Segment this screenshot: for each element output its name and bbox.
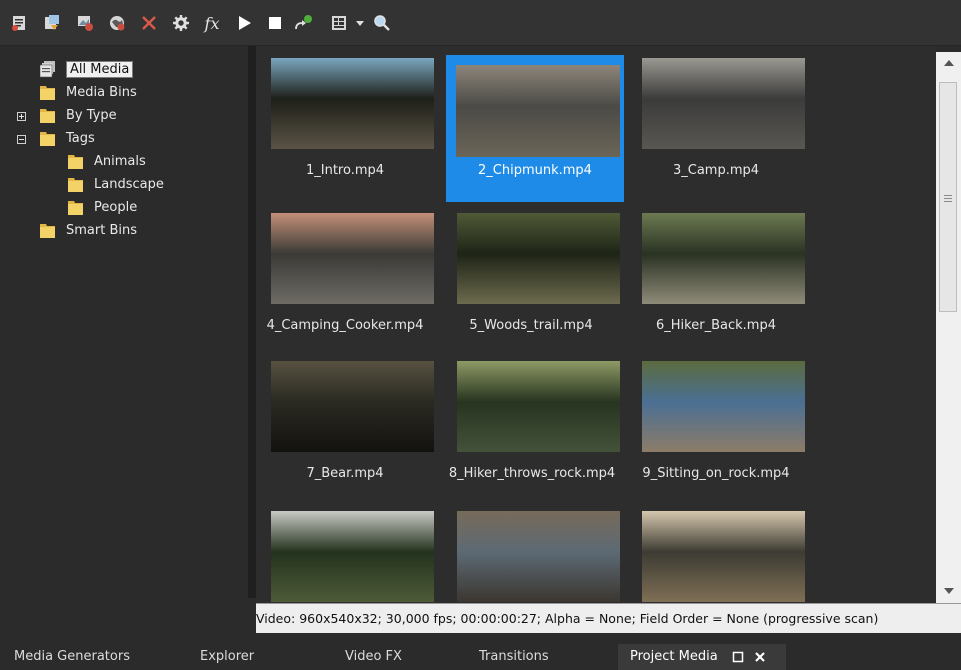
media-item-name: 1_Intro.mp4 (305, 163, 385, 178)
search-icon[interactable] (370, 11, 394, 35)
scroll-thumb[interactable] (939, 82, 957, 312)
media-item[interactable]: 5_Woods_trail.mp4 (442, 201, 620, 343)
remove-media-icon[interactable] (137, 11, 161, 35)
tab-project-media[interactable]: Project Media (618, 644, 786, 670)
media-item-name: 3_Camp.mp4 (672, 163, 760, 178)
get-media-web-icon[interactable] (105, 11, 129, 35)
thumbnail (457, 213, 620, 304)
tree-item-label: People (94, 199, 138, 215)
all-media-icon (40, 61, 55, 78)
tree-item-media-bins[interactable]: Media Bins (40, 81, 137, 103)
media-item-name: 4_Camping_Cooker.mp4 (266, 318, 424, 333)
tree-item-smart-bins[interactable]: Smart Bins (40, 219, 137, 241)
thumbnail (271, 213, 434, 304)
media-item-name: 5_Woods_trail.mp4 (469, 318, 593, 333)
tab-transitions[interactable]: Transitions (479, 644, 549, 670)
tree-item-label: Media Bins (66, 84, 137, 100)
collapse-icon[interactable] (17, 135, 26, 144)
tab-explorer[interactable]: Explorer (200, 644, 254, 670)
close-icon[interactable] (754, 651, 766, 663)
folder-icon (68, 178, 83, 192)
media-properties-status: Video: 960x540x32; 30,000 fps; 00:00:00:… (256, 603, 961, 633)
media-item-selected[interactable]: 2_Chipmunk.mp4 (446, 55, 624, 202)
folder-icon (40, 86, 55, 100)
tab-label: Project Media (630, 649, 718, 664)
media-item-name: 6_Hiker_Back.mp4 (656, 318, 776, 333)
auto-preview-icon[interactable] (292, 11, 316, 35)
scroll-up-icon[interactable] (944, 60, 954, 66)
thumbnail (457, 361, 620, 452)
import-media-icon[interactable] (8, 11, 32, 35)
maximize-icon[interactable] (732, 651, 744, 663)
tree-item-by-type[interactable]: By Type (40, 104, 117, 126)
views-dropdown-icon[interactable] (348, 11, 372, 35)
vertical-scrollbar[interactable] (936, 52, 961, 603)
tree-item-label: Smart Bins (66, 222, 137, 238)
tree-item-label: All Media (66, 60, 134, 78)
tree-item-animals[interactable]: Animals (68, 150, 146, 172)
thumbnail (642, 361, 805, 452)
folder-icon (68, 201, 83, 215)
media-bins-tree: All Media Media Bins By Type Tags Animal… (0, 46, 256, 598)
folder-icon (40, 132, 55, 146)
media-item-name: 8_Hiker_throws_rock.mp4 (448, 466, 616, 481)
media-toolbar: fx (0, 0, 961, 46)
media-properties-icon[interactable] (169, 11, 193, 35)
tab-media-generators[interactable]: Media Generators (14, 644, 130, 670)
media-item[interactable]: 4_Camping_Cooker.mp4 (256, 201, 434, 343)
play-icon[interactable] (232, 11, 256, 35)
thumbnail (642, 511, 805, 602)
media-item[interactable]: 1_Intro.mp4 (256, 46, 434, 188)
media-thumbnail-grid: 1_Intro.mp4 2_Chipmunk.mp4 3_Camp.mp4 4_… (256, 46, 936, 603)
media-item-name: 9_Sitting_on_rock.mp4 (642, 466, 790, 481)
folder-icon (68, 155, 83, 169)
folder-icon (40, 224, 55, 238)
thumbnail (642, 213, 805, 304)
thumbnail (271, 58, 434, 149)
tree-item-label: Landscape (94, 176, 164, 192)
tree-item-label: By Type (66, 107, 117, 123)
tree-item-landscape[interactable]: Landscape (68, 173, 164, 195)
media-item-name: 2_Chipmunk.mp4 (478, 163, 592, 178)
expand-icon[interactable] (17, 112, 26, 121)
thumbnail (271, 511, 434, 602)
thumbnail (642, 58, 805, 149)
scroll-down-icon[interactable] (944, 588, 954, 594)
media-item[interactable] (256, 499, 434, 603)
media-item[interactable]: 7_Bear.mp4 (256, 349, 434, 491)
media-item[interactable]: 6_Hiker_Back.mp4 (627, 201, 805, 343)
media-item[interactable] (627, 499, 805, 603)
media-item[interactable]: 9_Sitting_on_rock.mp4 (627, 349, 805, 491)
thumbnail (456, 65, 620, 157)
media-item-name: 7_Bear.mp4 (306, 466, 384, 481)
tree-item-label: Tags (66, 130, 95, 146)
folder-icon (40, 109, 55, 123)
tree-item-people[interactable]: People (68, 196, 137, 218)
tree-item-tags[interactable]: Tags (40, 127, 95, 149)
media-item[interactable]: 3_Camp.mp4 (627, 46, 805, 188)
window-docking-tabs: Media Generators Explorer Video FX Trans… (0, 644, 961, 670)
media-item[interactable] (442, 499, 620, 603)
tab-video-fx[interactable]: Video FX (345, 644, 402, 670)
tree-item-label: Animals (94, 153, 146, 169)
capture-video-icon[interactable] (40, 11, 64, 35)
media-item[interactable]: 8_Hiker_throws_rock.mp4 (442, 349, 620, 491)
status-left-panel (0, 603, 256, 633)
thumbnail (457, 511, 620, 602)
get-photo-icon[interactable] (73, 11, 97, 35)
media-fx-icon[interactable]: fx (200, 11, 224, 35)
thumbnail (271, 361, 434, 452)
stop-icon[interactable] (263, 11, 287, 35)
tree-item-all-media[interactable]: All Media (40, 58, 134, 80)
